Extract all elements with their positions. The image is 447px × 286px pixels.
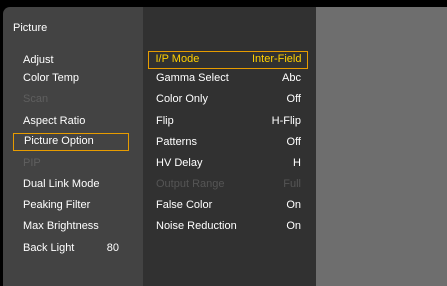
submenu-item-label: False Color: [156, 199, 213, 211]
submenu-item-value: Abc: [282, 72, 301, 84]
submenu-item-noise-reduction[interactable]: Noise Reduction On: [148, 217, 308, 235]
menu-item-label: Peaking Filter: [23, 199, 91, 211]
menu-item-label: Aspect Ratio: [23, 115, 86, 127]
menu-item-value: 80: [106, 242, 119, 254]
submenu-item-label: Patterns: [156, 136, 197, 148]
submenu-item-label: Output Range: [156, 178, 225, 190]
menu-item-pip: PIP: [13, 154, 129, 172]
menu-item-label: PIP: [23, 157, 41, 169]
submenu-item-value: H: [293, 157, 301, 169]
menu-item-label: Back Light: [23, 242, 75, 254]
osd-screen: Picture Adjust Color Temp Scan Aspect Ratio…: [0, 0, 447, 286]
menu-item-scan: Scan: [13, 90, 129, 108]
submenu-item-label: Color Only: [156, 93, 208, 105]
menu-item-label: Adjust: [23, 54, 54, 66]
menu-item-label: Picture Option: [24, 135, 94, 147]
submenu-item-value: Off: [286, 93, 301, 105]
preview-panel: [316, 7, 447, 286]
menu-item-picture-option[interactable]: Picture Option: [13, 133, 129, 151]
submenu-item-label: HV Delay: [156, 157, 203, 169]
submenu-item-flip[interactable]: Flip H-Flip: [148, 112, 308, 130]
submenu-item-label: Noise Reduction: [156, 220, 237, 232]
menu-item-dual-link-mode[interactable]: Dual Link Mode: [13, 175, 129, 193]
submenu-item-label: Gamma Select: [156, 72, 229, 84]
menu-item-back-light[interactable]: Back Light 80: [13, 239, 129, 257]
menu-title: Picture: [13, 22, 48, 34]
submenu-item-color-only[interactable]: Color Only Off: [148, 90, 308, 108]
submenu-item-i-p-mode[interactable]: I/P Mode Inter-Field: [148, 51, 308, 69]
submenu-item-value: On: [286, 199, 301, 211]
menu-item-adjust[interactable]: Adjust: [13, 51, 129, 69]
menu-item-aspect-ratio[interactable]: Aspect Ratio: [13, 112, 129, 130]
submenu-item-gamma-select[interactable]: Gamma Select Abc: [148, 69, 308, 87]
submenu-item-patterns[interactable]: Patterns Off: [148, 133, 308, 151]
menu-item-label: Color Temp: [23, 72, 80, 84]
submenu-item-hv-delay[interactable]: HV Delay H: [148, 154, 308, 172]
menu-item-label: Max Brightness: [23, 220, 99, 232]
submenu-item-value: Inter-Field: [251, 53, 302, 65]
submenu-item-false-color[interactable]: False Color On: [148, 196, 308, 214]
menu-item-label: Scan: [23, 93, 49, 105]
submenu-item-value: On: [286, 220, 301, 232]
menu-item-max-brightness[interactable]: Max Brightness: [13, 217, 129, 235]
submenu-item-value: H-Flip: [271, 115, 301, 127]
menu-item-color-temp[interactable]: Color Temp: [13, 69, 129, 87]
submenu-item-value: Off: [286, 136, 301, 148]
submenu-item-output-range: Output Range Full: [148, 175, 308, 193]
submenu-item-label: Flip: [156, 115, 174, 127]
submenu-item-value: Full: [283, 178, 301, 190]
menu-item-peaking-filter[interactable]: Peaking Filter: [13, 196, 129, 214]
menu-item-label: Dual Link Mode: [23, 178, 100, 190]
submenu-item-label: I/P Mode: [155, 53, 200, 65]
